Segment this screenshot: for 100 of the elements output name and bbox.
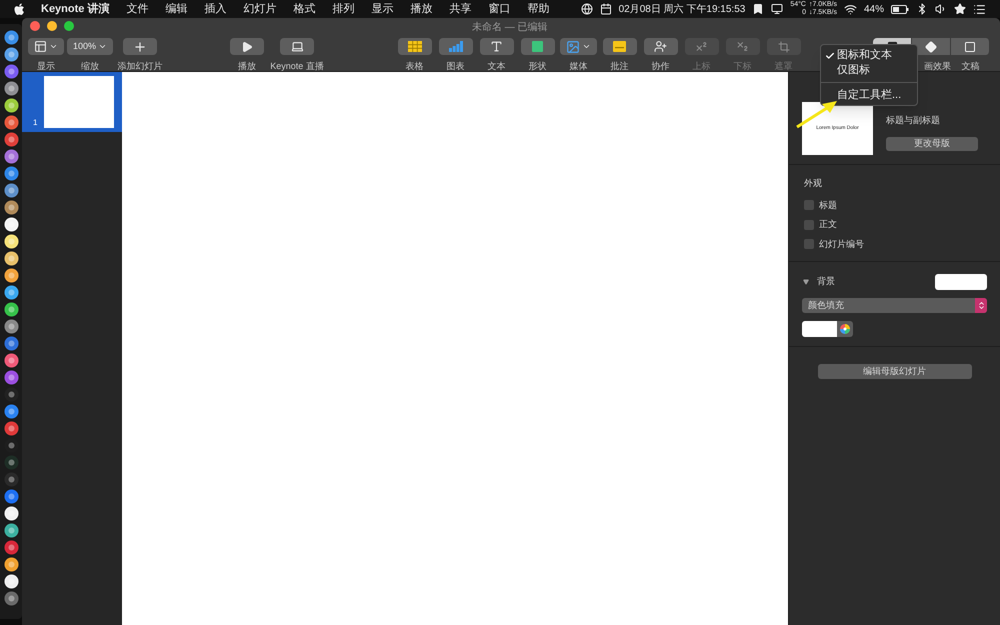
apple-icon[interactable] (14, 2, 25, 16)
app-icon[interactable] (4, 591, 18, 606)
checkbox[interactable] (804, 239, 814, 250)
app-icon[interactable] (4, 523, 18, 538)
star-icon[interactable] (954, 3, 966, 15)
toolbar-button[interactable] (480, 38, 514, 55)
diamond-icon (925, 40, 937, 52)
menu-item[interactable]: 窗口 (488, 0, 510, 18)
menu-item[interactable]: 帮助 (527, 0, 550, 18)
app-icon[interactable] (4, 47, 18, 62)
checkbox[interactable] (804, 220, 814, 230)
toolbar-button[interactable] (602, 38, 636, 55)
change-master-button[interactable]: 更改母版 (886, 136, 978, 150)
app-icon[interactable] (4, 319, 18, 334)
menu-item[interactable]: 显示 (371, 0, 394, 18)
subscript-icon (736, 40, 749, 53)
disclosure-triangle[interactable] (802, 278, 810, 286)
toolbar-button[interactable] (520, 38, 554, 55)
app-icon[interactable] (4, 336, 18, 351)
toolbar-button[interactable] (644, 38, 678, 55)
slide-thumbnail-row[interactable]: 1 (22, 72, 122, 132)
fill-type-select[interactable]: 颜色填充 (802, 298, 987, 313)
document-icon (964, 40, 976, 52)
battery-icon[interactable] (891, 4, 909, 14)
text-icon (490, 40, 503, 53)
app-menu[interactable]: Keynote 讲演 (41, 0, 110, 18)
app-icon[interactable] (4, 540, 18, 555)
menu-item[interactable]: 编辑 (165, 0, 188, 18)
app-icon[interactable] (4, 506, 18, 521)
app-icon[interactable] (4, 115, 18, 130)
edit-master-slides-button[interactable]: 编辑母版幻灯片 (818, 364, 972, 379)
app-icon[interactable] (4, 30, 18, 45)
menu-item[interactable]: 自定工具栏... (821, 87, 917, 102)
app-icon[interactable] (4, 370, 18, 385)
app-icon[interactable] (4, 217, 18, 232)
menu-item[interactable]: 图标和文本 (821, 48, 917, 63)
clock[interactable]: 02月08日 周六 下午19:15:53 (618, 2, 746, 16)
app-icon[interactable] (4, 149, 18, 164)
menu-item[interactable]: 仅图标 (821, 63, 917, 78)
app-icon[interactable] (4, 353, 18, 368)
app-icon[interactable] (4, 81, 18, 96)
close-button[interactable] (30, 21, 40, 31)
menu-item[interactable]: 文件 (126, 0, 148, 18)
app-icon[interactable] (4, 404, 18, 419)
chevron-down-icon (98, 42, 108, 51)
toolbar-label: 协作 (652, 61, 670, 71)
toolbar-button[interactable] (123, 38, 157, 55)
toolbar-button[interactable] (398, 38, 432, 55)
app-icon[interactable] (4, 234, 18, 249)
menu-item[interactable]: 格式 (293, 0, 316, 18)
bar-chart-icon (448, 41, 462, 52)
monitor-icon[interactable] (771, 3, 784, 15)
app-icon[interactable] (4, 489, 18, 504)
crop-icon (778, 40, 790, 52)
checkbox[interactable] (804, 200, 814, 210)
toolbar-label: 表格 (406, 61, 424, 71)
menu-item[interactable]: 排列 (332, 0, 354, 18)
app-icon[interactable] (4, 285, 18, 300)
color-wheel-icon[interactable] (837, 321, 853, 337)
slide-thumbnail[interactable] (44, 76, 114, 128)
globe-icon[interactable] (580, 3, 593, 15)
app-icon[interactable] (4, 166, 18, 181)
app-icon[interactable] (4, 200, 18, 215)
toolbar-button[interactable] (230, 38, 264, 55)
image-icon (566, 40, 580, 54)
toolbar-button[interactable] (438, 38, 472, 55)
app-icon[interactable] (4, 574, 18, 589)
menu-item[interactable]: 插入 (204, 0, 226, 18)
list-icon[interactable] (973, 2, 986, 16)
fill-color-control[interactable] (802, 321, 853, 337)
app-icon[interactable] (4, 251, 18, 266)
app-icon[interactable] (4, 132, 18, 147)
menu-item[interactable]: 播放 (410, 0, 432, 18)
menu-item[interactable]: 共享 (449, 0, 472, 18)
bookmark-icon[interactable] (752, 3, 764, 15)
bluetooth-icon[interactable] (916, 3, 928, 15)
person-add-icon (654, 40, 667, 53)
inspector-tab[interactable] (951, 38, 990, 55)
app-icon[interactable] (4, 64, 18, 79)
wifi-icon[interactable] (844, 2, 857, 16)
toolbar-button[interactable] (280, 38, 314, 55)
color-well[interactable] (935, 274, 987, 290)
app-icon[interactable] (4, 98, 18, 113)
inspector-tab[interactable] (912, 38, 951, 55)
app-icon[interactable] (4, 268, 18, 283)
app-icon[interactable] (4, 183, 18, 198)
volume-icon[interactable] (935, 3, 947, 15)
zoom-button[interactable] (64, 21, 74, 31)
toolbar-button[interactable]: 100% (66, 38, 114, 55)
app-icon[interactable] (4, 557, 18, 572)
app-icon[interactable] (4, 421, 18, 436)
toolbar-label: 添加幻灯片 (118, 61, 162, 71)
app-icon[interactable] (4, 302, 18, 317)
minimize-button[interactable] (47, 21, 57, 31)
slide-number: 1 (33, 117, 38, 129)
calendar-icon[interactable] (600, 3, 612, 15)
toolbar-label: Keynote 直播 (270, 61, 324, 71)
toolbar-button[interactable] (28, 38, 64, 55)
menu-item[interactable]: 幻灯片 (243, 0, 276, 18)
checkbox-label: 标题 (819, 198, 837, 212)
